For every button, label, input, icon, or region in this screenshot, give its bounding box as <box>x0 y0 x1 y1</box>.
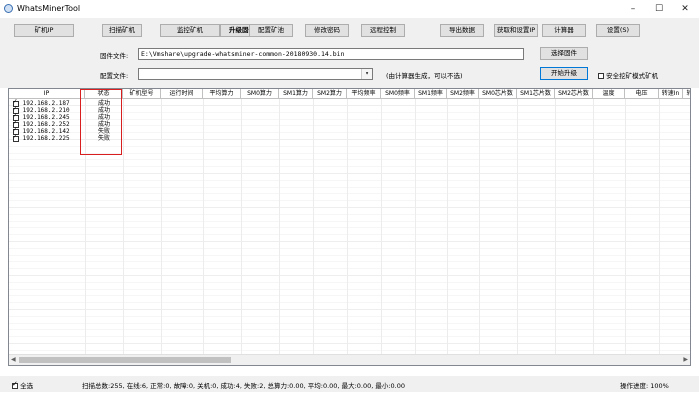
ip-cell[interactable]: 192.168.2.210 <box>9 105 79 114</box>
column-divider <box>313 99 314 355</box>
ip-text: 192.168.2.225 <box>22 135 70 142</box>
column-divider <box>241 99 242 355</box>
column-divider <box>625 99 626 355</box>
column-divider <box>161 99 162 355</box>
column-divider <box>381 99 382 355</box>
select-all-option[interactable]: 全选 <box>12 380 33 390</box>
column-divider <box>479 99 480 355</box>
column-divider <box>517 99 518 355</box>
column-header[interactable]: IP <box>9 89 85 99</box>
config-file-label: 配置文件: <box>100 72 129 80</box>
column-header[interactable]: 温度 <box>593 89 625 99</box>
select-all-label: 全选 <box>20 382 34 390</box>
firmware-file-label: 固件文件: <box>100 52 129 60</box>
column-divider <box>659 99 660 355</box>
ip-cell[interactable]: 192.168.2.245 <box>9 112 79 121</box>
horizontal-scrollbar[interactable]: ◀ ▶ <box>9 354 690 365</box>
ip-text: 192.168.2.187 <box>22 100 70 107</box>
chevron-down-icon[interactable]: ▾ <box>361 69 372 79</box>
column-header[interactable]: SM1芯片数 <box>517 89 555 99</box>
column-divider <box>203 99 204 355</box>
calculator-button[interactable]: 计算器 <box>542 24 586 37</box>
ip-cell[interactable]: 192.168.2.142 <box>9 126 79 135</box>
column-header[interactable]: SM1频率 <box>415 89 447 99</box>
ip-cell[interactable]: 192.168.2.225 <box>9 133 79 142</box>
ip-cell[interactable]: 192.168.2.187 <box>9 98 79 107</box>
scroll-left-icon[interactable]: ◀ <box>11 356 16 363</box>
scroll-right-icon[interactable]: ▶ <box>683 356 688 363</box>
column-header[interactable]: SM1算力 <box>279 89 313 99</box>
column-divider <box>347 99 348 355</box>
scan-summary: 扫描总数:255, 在线:6, 正常:0, 故障:0, 关机:0, 成功:4, … <box>82 382 406 390</box>
row-checkbox[interactable] <box>13 133 19 142</box>
select-all-checkbox[interactable] <box>12 380 18 389</box>
title-bar: WhatsMinerTool – ☐ ✕ <box>0 0 699 18</box>
change-password-button[interactable]: 修改密码 <box>305 24 349 37</box>
column-header[interactable]: SM0算力 <box>241 89 279 99</box>
column-header[interactable]: 运行时间 <box>161 89 203 99</box>
miner-ip-button[interactable]: 矿机IP <box>14 24 74 37</box>
column-header[interactable]: SM0芯片数 <box>479 89 517 99</box>
ip-text: 192.168.2.252 <box>22 121 70 128</box>
column-header[interactable]: 电压 <box>625 89 659 99</box>
column-header[interactable]: 转 <box>683 89 690 99</box>
minimize-button[interactable]: – <box>621 2 645 16</box>
upgrade-form: 固件文件: E:\Vmshare\upgrade-whatsminer-comm… <box>0 42 699 88</box>
firmware-file-input[interactable]: E:\Vmshare\upgrade-whatsminer-common-201… <box>138 48 524 60</box>
config-file-select[interactable]: ▾ <box>138 68 373 80</box>
remote-control-button[interactable]: 远程控制 <box>361 24 405 37</box>
safe-mode-checkbox[interactable] <box>598 73 604 79</box>
status-highlight-box <box>80 89 122 155</box>
column-divider <box>593 99 594 355</box>
get-set-ip-button[interactable]: 获取和设置IP <box>494 24 538 37</box>
scan-miners-button[interactable]: 扫描矿机 <box>102 24 142 37</box>
column-header[interactable]: 平均频率 <box>347 89 381 99</box>
column-divider <box>279 99 280 355</box>
column-header[interactable]: 平均算力 <box>203 89 241 99</box>
column-divider <box>447 99 448 355</box>
close-button[interactable]: ✕ <box>673 2 697 16</box>
operation-progress: 操作进度: 100% <box>620 382 669 390</box>
monitor-miners-button[interactable]: 监控矿机 <box>160 24 220 37</box>
maximize-button[interactable]: ☐ <box>647 2 671 16</box>
configure-pool-button[interactable]: 配置矿池 <box>249 24 293 37</box>
window-title: WhatsMinerTool <box>17 4 81 13</box>
column-header[interactable]: SM2芯片数 <box>555 89 593 99</box>
ip-text: 192.168.2.210 <box>22 107 70 114</box>
ip-cell[interactable]: 192.168.2.252 <box>9 119 79 128</box>
safe-mode-label: 安全挖矿模式矿机 <box>606 72 659 80</box>
scrollbar-thumb[interactable] <box>19 357 231 363</box>
column-header[interactable]: 矿机型号 <box>123 89 161 99</box>
status-bar: 全选 扫描总数:255, 在线:6, 正常:0, 故障:0, 关机:0, 成功:… <box>0 376 699 392</box>
column-header[interactable]: 转速In <box>659 89 683 99</box>
column-divider <box>555 99 556 355</box>
column-divider <box>415 99 416 355</box>
app-icon <box>4 4 13 13</box>
toolbar: 矿机IP 扫描矿机 监控矿机 升级固件 配置矿池 修改密码 远程控制 导出数据 … <box>0 18 699 42</box>
column-header[interactable]: SM2算力 <box>313 89 347 99</box>
config-hint: (由计算器生成，可以不选) <box>386 72 463 80</box>
start-upgrade-button[interactable]: 开始升级 <box>540 67 588 80</box>
column-header[interactable]: SM0频率 <box>381 89 415 99</box>
settings-button[interactable]: 设置(S) <box>596 24 640 37</box>
select-firmware-button[interactable]: 选择固件 <box>540 47 588 60</box>
safe-mode-option[interactable]: 安全挖矿模式矿机 <box>598 70 658 80</box>
export-data-button[interactable]: 导出数据 <box>440 24 484 37</box>
column-header[interactable]: SM2频率 <box>447 89 479 99</box>
ip-text: 192.168.2.245 <box>22 114 70 121</box>
ip-text: 192.168.2.142 <box>22 128 70 135</box>
